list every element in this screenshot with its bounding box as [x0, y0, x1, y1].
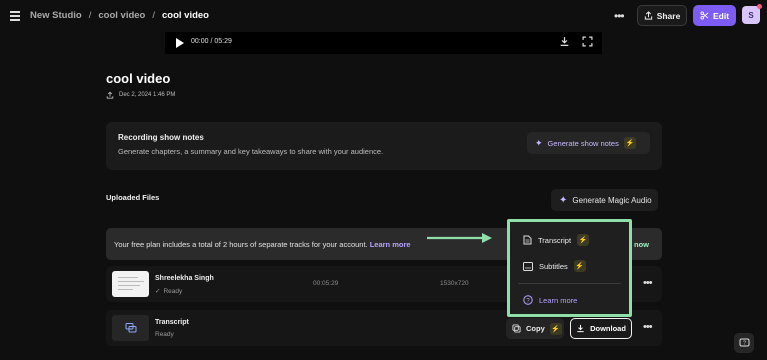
transcript-thumbnail: [112, 315, 149, 341]
svg-text:?: ?: [742, 340, 745, 346]
player-time: 00:00 / 05:29: [191, 38, 232, 45]
generate-show-notes-button[interactable]: ✦ Generate show notes ⚡: [527, 132, 650, 154]
top-bar: New Studio / cool video / cool video •••…: [0, 0, 767, 32]
generate-magic-audio-button[interactable]: ✦ Generate Magic Audio: [551, 189, 658, 211]
breadcrumb-separator: /: [152, 10, 155, 21]
file-status-label: Ready: [163, 287, 183, 295]
file-more-button[interactable]: •••: [643, 277, 653, 289]
share-label: Share: [656, 10, 681, 21]
lightning-icon: ⚡: [573, 260, 586, 272]
download-icon[interactable]: [559, 36, 570, 47]
avatar[interactable]: S: [742, 4, 762, 24]
notification-dot: [757, 4, 762, 9]
help-chat-icon: ?: [739, 338, 749, 346]
menu-divider: [518, 283, 621, 284]
subtitles-icon: [523, 261, 533, 271]
breadcrumb-studio[interactable]: New Studio: [30, 10, 82, 21]
menu-item-subtitles[interactable]: Subtitles ⚡: [523, 260, 586, 272]
file-status: Ready: [155, 331, 174, 338]
show-notes-title: Recording show notes: [118, 133, 204, 142]
file-status: ✓ Ready: [155, 287, 183, 296]
video-player: 00:00 / 05:29: [165, 32, 602, 54]
help-icon: ?: [523, 295, 533, 305]
generate-show-notes-label: Generate show notes: [547, 138, 619, 148]
share-icon: [644, 11, 652, 20]
file-title: Transcript: [155, 319, 189, 326]
show-notes-card: Recording show notes Generate chapters, …: [106, 122, 662, 170]
menu-item-transcript[interactable]: Transcript ⚡: [523, 234, 590, 246]
show-notes-description: Generate chapters, a summary and key tak…: [118, 147, 384, 156]
breadcrumb-folder[interactable]: cool video: [98, 10, 145, 21]
download-button[interactable]: Download: [570, 318, 632, 339]
menu-icon[interactable]: [10, 11, 20, 21]
file-thumbnail: [112, 271, 149, 297]
download-menu: Transcript ⚡ Subtitles ⚡ ? Learn more: [507, 219, 632, 317]
banner-learn-more-link[interactable]: Learn more: [370, 240, 411, 249]
document-icon: [523, 235, 532, 245]
file-more-button[interactable]: •••: [643, 321, 653, 333]
learn-more-label: Learn more: [539, 295, 578, 305]
help-button[interactable]: ?: [734, 333, 754, 353]
sparkle-icon: ✦: [535, 137, 543, 148]
banner-message: Your free plan includes a total of 2 hou…: [114, 240, 368, 249]
file-duration: 00:05:29: [313, 280, 339, 287]
download-label: Download: [590, 324, 626, 333]
menu-item-label: Transcript: [538, 235, 572, 245]
download-icon: [577, 324, 584, 333]
share-button[interactable]: Share: [637, 5, 687, 26]
menu-item-label: Subtitles: [539, 261, 568, 271]
generate-magic-audio-label: Generate Magic Audio: [572, 195, 652, 205]
more-options-button[interactable]: •••: [614, 9, 625, 23]
play-icon[interactable]: [176, 38, 184, 48]
fullscreen-icon[interactable]: [582, 36, 593, 47]
avatar-initial: S: [748, 10, 754, 20]
chat-icon: [125, 323, 136, 333]
check-icon: ✓: [155, 288, 161, 295]
file-status-label: Ready: [155, 331, 174, 338]
edit-label: Edit: [712, 10, 730, 21]
recording-date: Dec 2, 2024 1:46 PM: [119, 92, 176, 98]
date-row: Dec 2, 2024 1:46 PM: [106, 91, 175, 99]
page-title: cool video: [106, 71, 171, 86]
annotation-arrow: [427, 233, 492, 243]
file-title: Shreelekha Singh: [155, 275, 214, 282]
sparkle-icon: ✦: [559, 194, 568, 206]
menu-learn-more-link[interactable]: ? Learn more: [523, 295, 577, 305]
lightning-icon: ⚡: [549, 322, 562, 335]
banner-text: Your free plan includes a total of 2 hou…: [114, 240, 411, 249]
banner-cta[interactable]: now: [634, 240, 649, 249]
scissors-icon: [700, 11, 709, 20]
breadcrumb-current: cool video: [162, 10, 209, 21]
copy-label: Copy: [526, 324, 545, 333]
file-resolution: 1530x720: [440, 280, 469, 287]
upload-icon: [106, 91, 114, 99]
edit-button[interactable]: Edit: [693, 5, 736, 26]
lightning-icon: ⚡: [577, 234, 590, 246]
copy-button[interactable]: Copy ⚡: [506, 318, 564, 339]
breadcrumb-separator: /: [88, 10, 92, 21]
uploaded-files-heading: Uploaded Files: [106, 193, 160, 202]
breadcrumb: New Studio / cool video / cool video: [30, 10, 209, 21]
copy-icon: [512, 324, 521, 333]
lightning-icon: ⚡: [623, 137, 636, 149]
